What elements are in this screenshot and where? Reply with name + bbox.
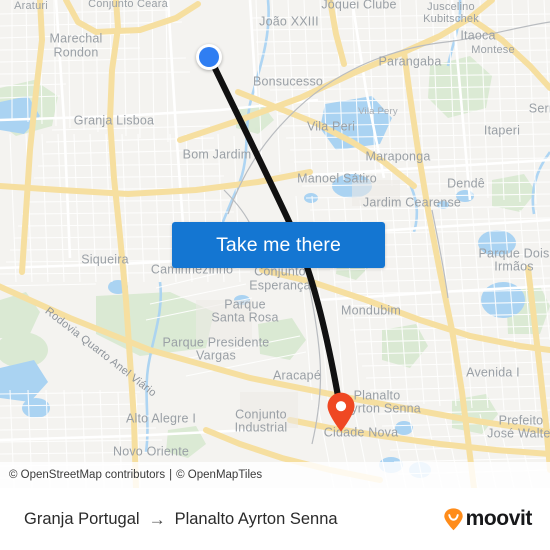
moovit-pin-icon [443, 507, 463, 530]
origin-marker[interactable] [196, 44, 222, 70]
osm-attribution-link[interactable]: © OpenStreetMap contributors [9, 469, 165, 481]
destination-marker[interactable] [326, 392, 356, 432]
moovit-wordmark: moovit [465, 507, 533, 530]
moovit-logo[interactable]: moovit [442, 507, 532, 531]
map-pin-icon [327, 392, 355, 432]
origin-marker-dot [199, 47, 219, 67]
arrow-right-icon: → [148, 509, 166, 529]
trip-summary-bar: Granja Portugal → Planalto Ayrton Senna … [0, 488, 550, 550]
map-canvas[interactable]: Araturi Conjunto Ceará João XXIII Jóquei Cl… [0, 0, 550, 488]
trip-destination-label: Planalto Ayrton Senna [174, 509, 338, 528]
moovit-trip-map-card: Araturi Conjunto Ceará João XXIII Jóquei Cl… [0, 0, 550, 550]
openmaptiles-attribution-link[interactable]: © OpenMapTiles [176, 469, 262, 481]
trip-origin-label: Granja Portugal [24, 509, 140, 528]
trip-route-label: Granja Portugal → Planalto Ayrton Senna [24, 510, 338, 529]
take-me-there-button[interactable]: Take me there [172, 222, 385, 268]
attribution-separator: | [169, 469, 173, 481]
map-attribution: © OpenStreetMap contributors | © OpenMap… [0, 462, 550, 488]
